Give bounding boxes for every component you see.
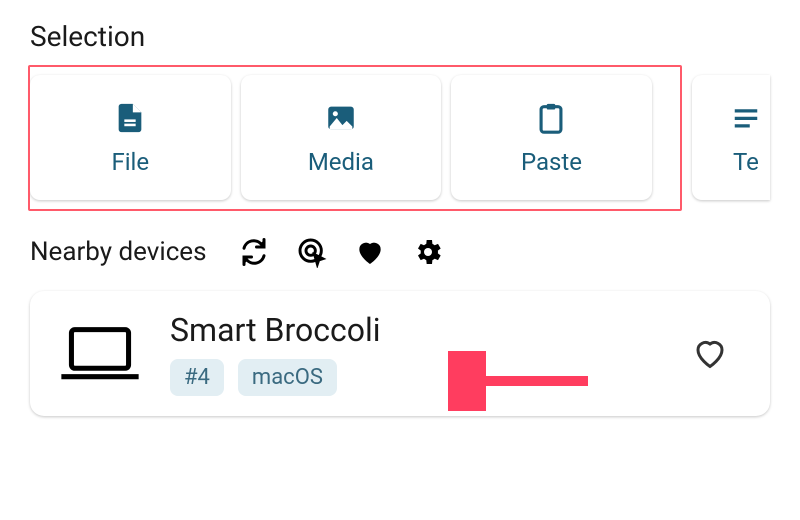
device-name: Smart Broccoli	[170, 311, 664, 349]
target-click-icon[interactable]	[295, 235, 329, 269]
file-tile[interactable]: File	[30, 75, 231, 200]
text-lines-icon	[728, 100, 764, 136]
media-tile[interactable]: Media	[241, 75, 442, 200]
laptop-icon	[58, 322, 142, 386]
media-tile-label: Media	[308, 148, 374, 176]
clipboard-icon	[533, 100, 569, 136]
device-info: Smart Broccoli #4 macOS	[170, 311, 664, 396]
media-icon	[323, 100, 359, 136]
paste-tile-label: Paste	[521, 148, 582, 176]
paste-tile[interactable]: Paste	[451, 75, 652, 200]
device-os-badge: macOS	[238, 359, 337, 396]
selection-title: Selection	[30, 20, 770, 53]
device-card[interactable]: Smart Broccoli #4 macOS	[30, 291, 770, 416]
badges-row: #4 macOS	[170, 359, 664, 396]
file-tile-label: File	[111, 148, 149, 176]
refresh-icon[interactable]	[237, 235, 271, 269]
heart-outline-icon[interactable]	[692, 335, 730, 373]
text-tile-partial[interactable]: Te	[692, 75, 770, 200]
selection-row: File Media Paste Te	[30, 75, 770, 200]
file-icon	[112, 100, 148, 136]
gear-icon[interactable]	[411, 235, 445, 269]
text-tile-label: Te	[733, 148, 759, 176]
devices-title: Nearby devices	[30, 237, 207, 267]
devices-header: Nearby devices	[30, 235, 770, 269]
heart-filled-icon[interactable]	[353, 235, 387, 269]
device-id-badge: #4	[170, 359, 224, 396]
